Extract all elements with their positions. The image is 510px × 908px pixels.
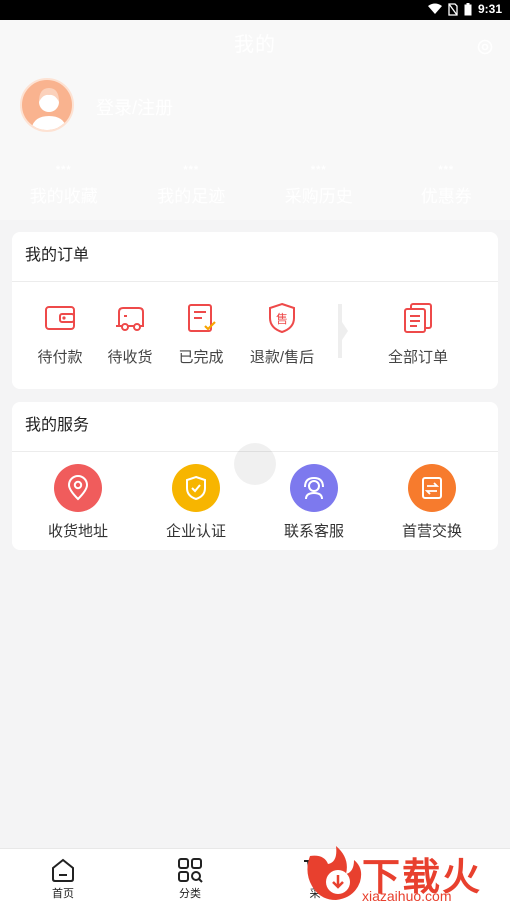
watermark-domain: xiazaihuo.com	[362, 888, 452, 904]
floating-touch-button[interactable]	[234, 443, 276, 485]
orders-card: 我的订单 待付款 待收货 已完成 售 退款/售后 全部订单	[12, 232, 498, 389]
order-label: 已完成	[178, 349, 224, 366]
avatar-person-icon	[31, 88, 67, 130]
orders-row: 待付款 待收货 已完成 售 退款/售后 全部订单	[12, 282, 498, 388]
service-label: 联系客服	[283, 523, 344, 540]
stats-row: *** 我的收藏 *** 我的足迹 *** 采购历史 *** 优惠券	[0, 164, 510, 207]
status-bar: 9:31	[0, 0, 510, 20]
location-pin-icon	[54, 464, 102, 512]
order-label: 退款/售后	[249, 349, 315, 366]
category-icon	[178, 858, 203, 883]
page-title: 我的	[234, 34, 276, 56]
divider-arrow	[338, 304, 348, 358]
service-contact-support[interactable]: 联系客服	[266, 464, 362, 541]
tab-category[interactable]: 分类	[160, 857, 220, 901]
wallet-icon	[45, 306, 75, 330]
watermark: 下载火 xiazaihuo.com	[298, 840, 510, 908]
no-sim-icon	[448, 2, 458, 16]
orders-title: 我的订单	[12, 232, 498, 282]
tab-label: 分类	[179, 888, 201, 900]
stat-value: ***	[438, 164, 455, 176]
stat-footprints[interactable]: *** 我的足迹	[128, 164, 256, 207]
tab-home[interactable]: 首页	[33, 857, 93, 901]
avatar[interactable]	[20, 78, 74, 132]
stat-coupons[interactable]: *** 优惠券	[383, 164, 510, 207]
order-refund-after-sale[interactable]: 售 退款/售后	[242, 302, 322, 367]
status-icons: 9:31	[427, 2, 502, 16]
order-label: 待付款	[37, 349, 83, 366]
order-all[interactable]: 全部订单	[378, 302, 458, 367]
after-sale-badge: 售	[276, 311, 288, 326]
home-icon	[52, 858, 74, 882]
stat-value: ***	[55, 164, 72, 176]
stat-label: 优惠券	[420, 187, 472, 206]
service-label: 首营交换	[401, 523, 462, 540]
login-register-link[interactable]: 登录/注册	[96, 94, 173, 120]
stat-label: 采购历史	[284, 187, 353, 206]
tab-label: 首页	[52, 888, 74, 900]
stat-value: ***	[310, 164, 327, 176]
all-orders-icon	[404, 303, 432, 333]
order-pending-receipt[interactable]: 待收货	[90, 302, 170, 367]
exchange-icon	[408, 464, 456, 512]
truck-icon	[116, 307, 144, 331]
profile-header: 我的 登录/注册 *** 我的收藏 *** 我的足迹 *** 采购历史 *** …	[0, 20, 510, 220]
service-shipping-address[interactable]: 收货地址	[30, 464, 126, 541]
service-label: 企业认证	[165, 523, 226, 540]
stat-purchase-history[interactable]: *** 采购历史	[255, 164, 383, 207]
shield-check-icon	[172, 464, 220, 512]
wifi-icon	[427, 3, 442, 14]
customer-service-icon	[290, 464, 338, 512]
order-label: 全部订单	[387, 349, 448, 366]
settings-icon[interactable]	[476, 38, 494, 56]
battery-icon	[464, 2, 472, 15]
stat-label: 我的足迹	[157, 187, 226, 206]
status-time: 9:31	[477, 2, 502, 16]
order-pending-payment[interactable]: 待付款	[20, 302, 100, 367]
completed-document-icon	[188, 304, 216, 332]
stat-favorites[interactable]: *** 我的收藏	[0, 164, 128, 207]
after-sale-shield-icon: 售	[269, 302, 295, 334]
stat-value: ***	[183, 164, 200, 176]
service-label: 收货地址	[47, 523, 108, 540]
flame-logo-icon	[307, 846, 362, 900]
service-first-exchange[interactable]: 首营交换	[384, 464, 480, 541]
order-label: 待收货	[107, 349, 153, 366]
order-completed[interactable]: 已完成	[161, 302, 241, 367]
stat-label: 我的收藏	[29, 187, 98, 206]
service-enterprise-certification[interactable]: 企业认证	[148, 464, 244, 541]
